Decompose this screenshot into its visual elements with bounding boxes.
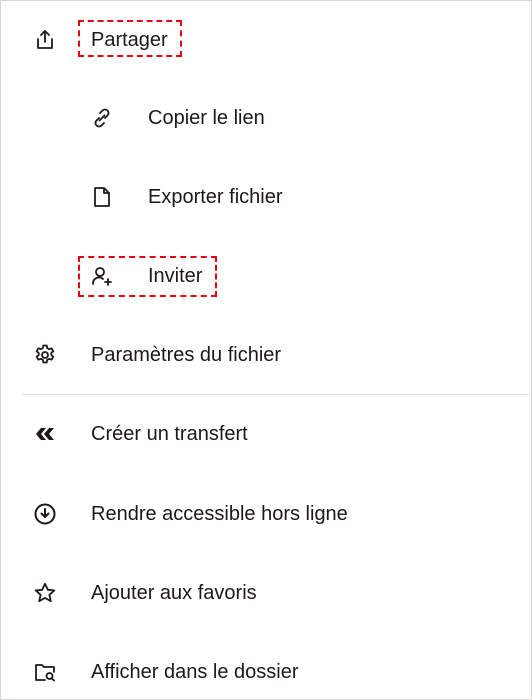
gear-icon — [33, 343, 57, 367]
star-icon — [33, 581, 57, 605]
menu-item-copy-link-label: Copier le lien — [148, 107, 265, 129]
menu-item-create-transfer-label: Créer un transfert — [91, 423, 248, 445]
menu-item-export-file-label: Exporter fichier — [148, 186, 283, 208]
menu-item-offline[interactable]: Rendre accessible hors ligne — [0, 486, 532, 542]
menu-item-show-in-folder[interactable]: Afficher dans le dossier — [0, 644, 532, 700]
transfer-icon — [33, 422, 57, 446]
menu-item-copy-link[interactable]: Copier le lien — [0, 90, 532, 146]
menu-divider — [22, 394, 532, 395]
folder-search-icon — [33, 660, 57, 684]
highlight-box-invite — [78, 256, 217, 297]
menu-item-offline-label: Rendre accessible hors ligne — [91, 503, 348, 525]
share-upload-icon — [33, 28, 57, 52]
menu-item-file-settings[interactable]: Paramètres du fichier — [0, 327, 532, 383]
highlight-box-share — [78, 20, 182, 57]
link-icon — [90, 106, 114, 130]
menu-item-favorites[interactable]: Ajouter aux favoris — [0, 565, 532, 621]
menu-item-show-in-folder-label: Afficher dans le dossier — [91, 661, 299, 683]
menu-item-export-file[interactable]: Exporter fichier — [0, 169, 532, 225]
menu-item-favorites-label: Ajouter aux favoris — [91, 582, 257, 604]
download-circle-icon — [33, 502, 57, 526]
menu-item-file-settings-label: Paramètres du fichier — [91, 344, 282, 366]
menu-item-create-transfer[interactable]: Créer un transfert — [0, 406, 532, 462]
file-icon — [90, 185, 114, 209]
